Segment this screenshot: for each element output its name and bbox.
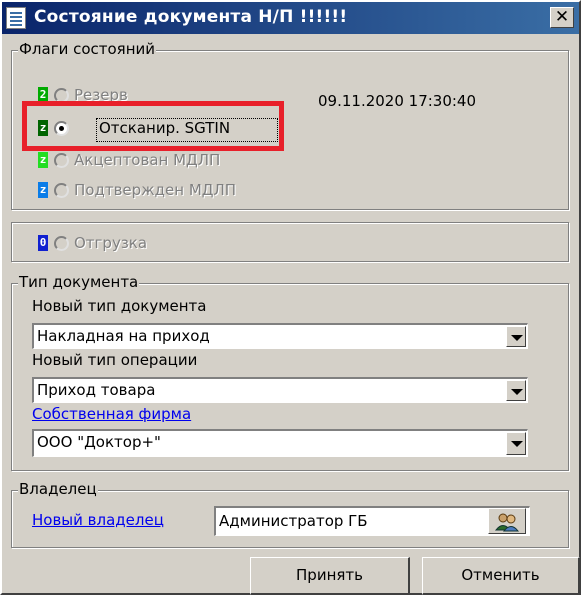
new-op-type-value: Приход товара [37,381,156,399]
dropdown-arrow-icon[interactable] [506,432,526,455]
new-owner-link[interactable]: Новый владелец [32,511,164,529]
new-doc-type-select[interactable]: Накладная на приход [32,323,528,349]
users-icon [494,513,520,532]
new-doc-type-value: Накладная на приход [37,327,210,345]
shipment-label: Отгрузка [74,234,148,252]
dialog-window: Состояние документа Н/П !!!!!! ✕ Флаги с… [0,0,581,595]
new-doc-type-label: Новый тип документа [32,297,207,315]
own-firm-link[interactable]: Собственная фирма [32,405,191,423]
accepted-mdlp-label: Акцептован МДЛП [74,151,221,169]
confirmed-badge-icon: z [38,182,48,198]
close-button[interactable]: ✕ [550,7,574,28]
accepted-mdlp-radio[interactable] [54,153,69,168]
own-firm-select[interactable]: ООО "Доктор+" [32,429,528,457]
select-user-button[interactable] [488,508,526,534]
confirmed-mdlp-label: Подтвержден МДЛП [74,181,237,199]
accepted-badge-icon: z [38,152,48,168]
status-timestamp: 09.11.2020 17:30:40 [318,92,477,110]
own-firm-value: ООО "Доктор+" [37,433,161,451]
cancel-button[interactable]: Отменить [422,557,580,595]
shipment-badge-icon: 0 [38,235,48,251]
highlight-rectangle [22,101,284,151]
owner-field[interactable]: Администратор ГБ [214,506,530,536]
dropdown-arrow-icon[interactable] [506,380,526,401]
document-icon [6,7,26,29]
new-op-type-label: Новый тип операции [32,351,198,369]
owner-legend: Владелец [18,480,98,498]
title-bar[interactable]: Состояние документа Н/П !!!!!! ✕ [2,2,579,34]
accept-button[interactable]: Принять [250,557,410,595]
dropdown-arrow-icon[interactable] [506,326,526,347]
shipment-radio[interactable] [54,236,69,251]
doc-type-legend: Тип документа [18,273,140,291]
window-title: Состояние документа Н/П !!!!!! [34,7,348,27]
confirmed-mdlp-radio[interactable] [54,183,69,198]
new-op-type-select[interactable]: Приход товара [32,377,528,403]
flags-legend: Флаги состояний [18,40,157,58]
owner-value: Администратор ГБ [219,512,368,530]
